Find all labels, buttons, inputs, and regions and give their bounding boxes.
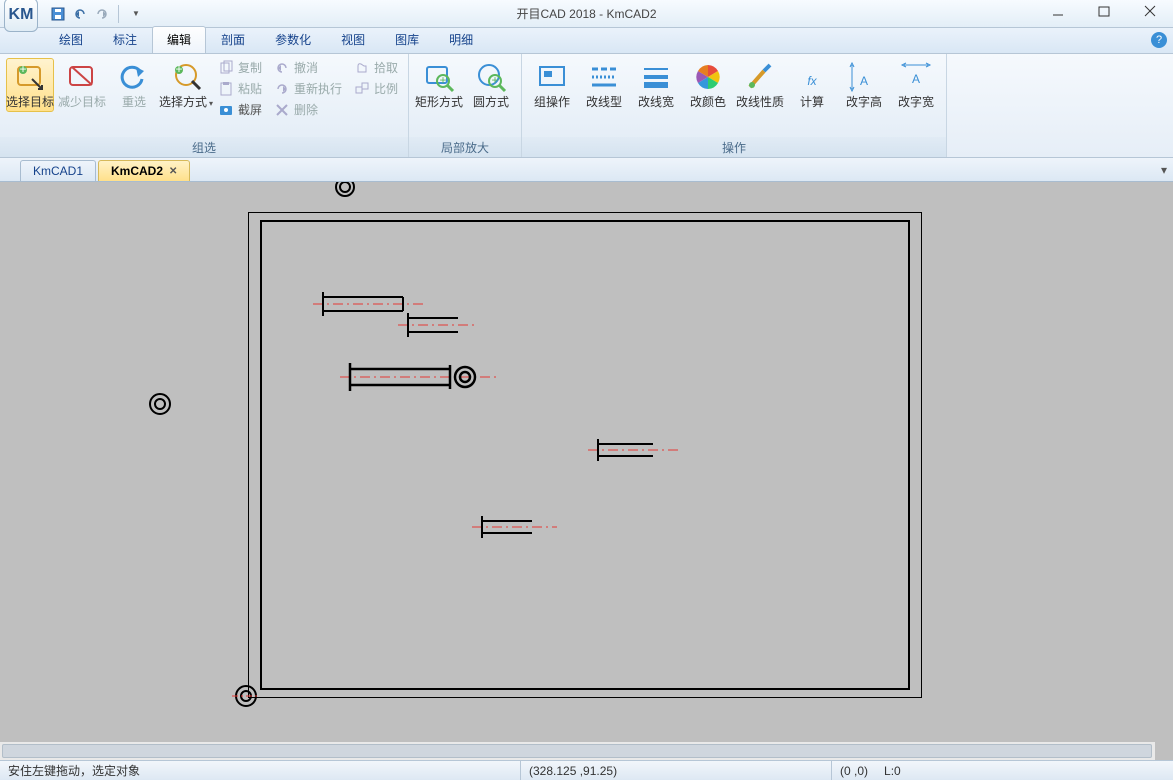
svg-text:+: + — [440, 73, 447, 87]
maximize-button[interactable] — [1081, 0, 1127, 22]
window-title: 开目CAD 2018 - KmCAD2 — [0, 5, 1173, 22]
tabs-dropdown-icon[interactable]: ▾ — [1161, 163, 1167, 177]
doc-tab-2[interactable]: KmCAD2✕ — [98, 160, 190, 181]
close-button[interactable] — [1127, 0, 1173, 22]
reselect-label: 重选 — [122, 95, 146, 109]
qat-redo-button[interactable] — [92, 4, 112, 24]
color-label: 改颜色 — [690, 95, 726, 109]
undo-button[interactable]: 撤消 — [270, 58, 346, 77]
line-type-button[interactable]: 改线型 — [580, 58, 628, 112]
horizontal-scrollbar[interactable] — [0, 742, 1155, 760]
status-hint: 安住左键拖动，选定对象 — [0, 762, 520, 779]
menu-tab-strip: 绘图 标注 编辑 剖面 参数化 视图 图库 明细 ? — [0, 28, 1173, 54]
quick-access-toolbar: ▼ — [48, 4, 145, 24]
reselect-button[interactable]: 重选 — [110, 58, 158, 112]
qat-customize-dropdown[interactable]: ▼ — [125, 4, 145, 24]
window-controls — [1035, 0, 1173, 22]
char-height-button[interactable]: A 改字高 — [840, 58, 888, 112]
scale-button[interactable]: 比例 — [350, 79, 402, 98]
line-prop-label: 改线性质 — [736, 95, 784, 109]
char-width-label: 改字宽 — [898, 95, 934, 109]
drawing-canvas[interactable] — [0, 182, 1173, 760]
select-target-button[interactable]: + 选择目标 — [6, 58, 54, 112]
help-icon[interactable]: ? — [1151, 32, 1167, 48]
reduce-target-button[interactable]: 减少目标 — [58, 58, 106, 112]
app-logo[interactable]: KM — [4, 0, 38, 32]
status-coords: (328.125 ,91.25) — [521, 764, 831, 778]
status-origin: (0 ,0) — [832, 764, 876, 778]
svg-text:fx: fx — [807, 74, 817, 88]
drawing-content — [0, 182, 1173, 742]
ribbon: + 选择目标 减少目标 重选 + 选择方式▾ 复制 粘贴 截屏 撤消 — [0, 54, 1173, 158]
menu-tab-section[interactable]: 剖面 — [206, 26, 260, 53]
group-op-label: 组操作 — [534, 95, 570, 109]
group-op-button[interactable]: 组操作 — [528, 58, 576, 112]
delete-button[interactable]: 删除 — [270, 100, 346, 119]
menu-tab-library[interactable]: 图库 — [380, 26, 434, 53]
redo-exec-button[interactable]: 重新执行 — [270, 79, 346, 98]
reduce-target-label: 减少目标 — [58, 95, 106, 109]
select-mode-label: 选择方式 — [159, 95, 207, 109]
circle-zoom-label: 圆方式 — [473, 95, 509, 109]
svg-text:A: A — [860, 74, 868, 88]
group-zoom-label: 局部放大 — [409, 137, 521, 157]
pickup-button[interactable]: 拾取 — [350, 58, 402, 77]
circle-zoom-button[interactable]: + 圆方式 — [467, 58, 515, 112]
select-target-label: 选择目标 — [6, 95, 54, 109]
svg-text:+: + — [19, 62, 26, 76]
doc-tab-1[interactable]: KmCAD1 — [20, 160, 96, 181]
menu-tab-draw[interactable]: 绘图 — [44, 26, 98, 53]
ribbon-group-selection: + 选择目标 减少目标 重选 + 选择方式▾ 复制 粘贴 截屏 撤消 — [0, 54, 409, 157]
line-type-label: 改线型 — [586, 95, 622, 109]
ribbon-group-ops: 组操作 改线型 改线宽 改颜色 改线性质 fx 计算 — [522, 54, 947, 157]
scrollbar-thumb[interactable] — [2, 744, 1152, 758]
calc-button[interactable]: fx 计算 — [788, 58, 836, 112]
svg-text:+: + — [175, 62, 182, 76]
minimize-button[interactable] — [1035, 0, 1081, 22]
menu-tab-edit[interactable]: 编辑 — [152, 26, 206, 53]
color-button[interactable]: 改颜色 — [684, 58, 732, 112]
char-width-button[interactable]: A 改字宽 — [892, 58, 940, 112]
calc-label: 计算 — [800, 95, 824, 109]
svg-text:A: A — [912, 72, 920, 86]
qat-undo-button[interactable] — [70, 4, 90, 24]
copy-button[interactable]: 复制 — [214, 58, 266, 77]
qat-save-button[interactable] — [48, 4, 68, 24]
ribbon-group-zoom: + 矩形方式 + 圆方式 局部放大 — [409, 54, 522, 157]
screenshot-button[interactable]: 截屏 — [214, 100, 266, 119]
title-bar: KM ▼ 开目CAD 2018 - KmCAD2 — [0, 0, 1173, 28]
rect-zoom-button[interactable]: + 矩形方式 — [415, 58, 463, 112]
group-ops-label: 操作 — [522, 137, 946, 157]
status-bar: 安住左键拖动，选定对象 (328.125 ,91.25) (0 ,0) L:0 — [0, 760, 1173, 780]
menu-tab-detail[interactable]: 明细 — [434, 26, 488, 53]
char-height-label: 改字高 — [846, 95, 882, 109]
menu-tab-view[interactable]: 视图 — [326, 26, 380, 53]
rect-zoom-label: 矩形方式 — [415, 95, 463, 109]
line-width-button[interactable]: 改线宽 — [632, 58, 680, 112]
close-tab-icon[interactable]: ✕ — [169, 166, 177, 177]
menu-tab-annotate[interactable]: 标注 — [98, 26, 152, 53]
line-width-label: 改线宽 — [638, 95, 674, 109]
status-layer: L:0 — [876, 764, 909, 778]
select-mode-button[interactable]: + 选择方式▾ — [162, 58, 210, 114]
menu-tab-parametric[interactable]: 参数化 — [260, 26, 326, 53]
group-selection-label: 组选 — [0, 137, 408, 157]
line-prop-button[interactable]: 改线性质 — [736, 58, 784, 112]
document-tabs: KmCAD1 KmCAD2✕ ▾ — [0, 158, 1173, 182]
paste-button[interactable]: 粘贴 — [214, 79, 266, 98]
svg-text:+: + — [492, 73, 499, 87]
